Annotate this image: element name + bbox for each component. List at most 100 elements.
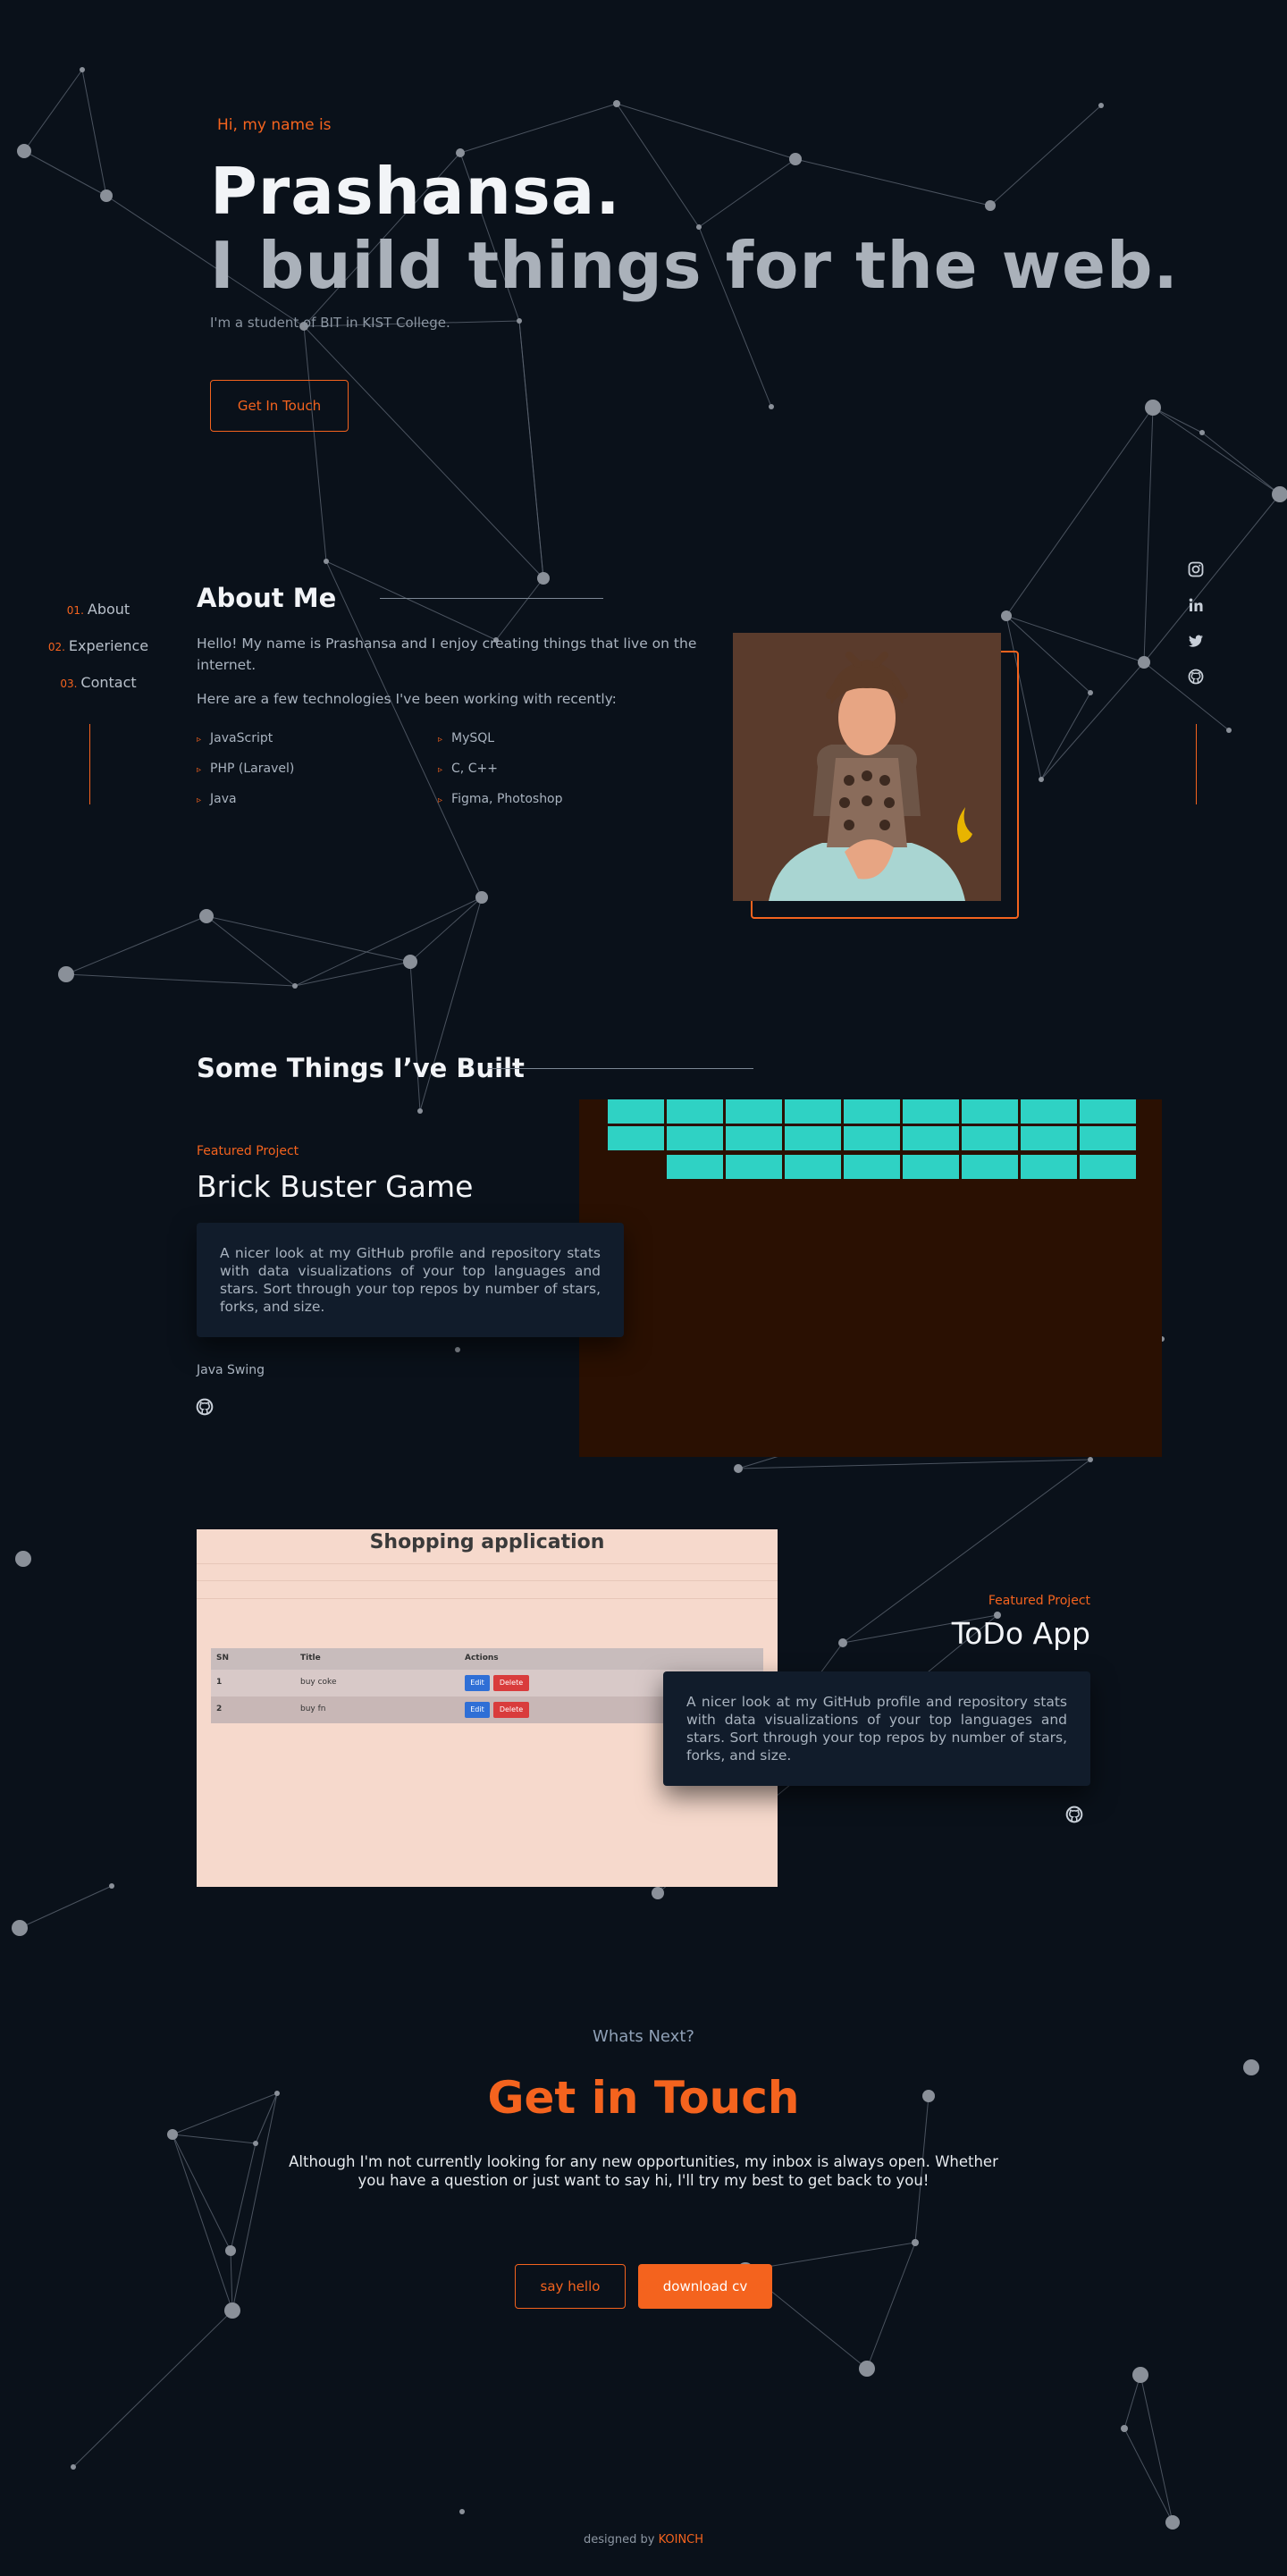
about-heading-rule bbox=[380, 598, 603, 599]
twitter-icon[interactable] bbox=[1180, 623, 1212, 659]
brick bbox=[1080, 1099, 1136, 1124]
edit-button[interactable]: Edit bbox=[465, 1702, 490, 1718]
network-line bbox=[23, 150, 107, 197]
network-line bbox=[72, 2310, 233, 2468]
nav-item-about[interactable]: 01. About bbox=[0, 601, 197, 618]
say-hello-button[interactable]: say hello bbox=[515, 2264, 626, 2309]
edit-button[interactable]: Edit bbox=[465, 1675, 490, 1691]
hero-intro: I'm a student of BIT in KIST College. bbox=[210, 315, 450, 331]
download-cv-button[interactable]: download cv bbox=[638, 2264, 772, 2309]
network-node bbox=[15, 1551, 31, 1567]
network-line bbox=[1005, 407, 1154, 617]
footer-brand[interactable]: KOINCH bbox=[659, 2533, 703, 2547]
network-line bbox=[616, 103, 796, 160]
contact-text: Although I'm not currently looking for a… bbox=[289, 2153, 998, 2189]
nav-number: 01. bbox=[66, 604, 84, 617]
network-line bbox=[1040, 692, 1091, 780]
delete-button[interactable]: Delete bbox=[493, 1675, 529, 1691]
network-line bbox=[231, 2092, 278, 2311]
brick bbox=[785, 1126, 841, 1150]
network-line bbox=[989, 105, 1102, 206]
table-header-cell: Title bbox=[300, 1654, 321, 1663]
network-node bbox=[1165, 2515, 1180, 2530]
brick bbox=[962, 1126, 1018, 1150]
network-node bbox=[17, 144, 31, 158]
shop-title: Shopping application bbox=[369, 1531, 605, 1553]
brick bbox=[962, 1099, 1018, 1124]
network-line bbox=[866, 2242, 916, 2370]
network-line bbox=[230, 2250, 233, 2311]
network-node bbox=[71, 2464, 76, 2470]
network-line bbox=[303, 325, 544, 579]
project-1-description: A nicer look at my GitHub profile and re… bbox=[197, 1223, 624, 1337]
network-line bbox=[206, 915, 411, 963]
network-node bbox=[1098, 103, 1104, 108]
network-node bbox=[1132, 2367, 1148, 2383]
network-line bbox=[172, 2134, 233, 2311]
network-line bbox=[1143, 407, 1154, 663]
network-line bbox=[616, 103, 700, 228]
network-line bbox=[409, 961, 421, 1112]
brick bbox=[726, 1126, 782, 1150]
network-line bbox=[795, 158, 991, 206]
brick bbox=[844, 1126, 900, 1150]
shop-divider bbox=[197, 1598, 778, 1599]
network-line bbox=[303, 325, 327, 562]
nav-item-contact[interactable]: 03. Contact bbox=[0, 674, 197, 691]
brick bbox=[844, 1099, 900, 1124]
project-2-title[interactable]: ToDo App bbox=[858, 1616, 1090, 1651]
tech-item: ▹ Java bbox=[197, 792, 237, 806]
shop-divider bbox=[197, 1563, 778, 1564]
project-1-title[interactable]: Brick Buster Game bbox=[197, 1169, 473, 1204]
brick bbox=[1080, 1126, 1136, 1150]
delete-button[interactable]: Delete bbox=[493, 1702, 529, 1718]
brick bbox=[1021, 1126, 1077, 1150]
network-node bbox=[167, 2129, 178, 2140]
network-line bbox=[294, 961, 411, 987]
network-line bbox=[230, 2142, 257, 2252]
projects-heading: Some Things I’ve Built bbox=[197, 1053, 525, 1083]
network-line bbox=[1123, 2428, 1173, 2523]
nav-number: 03. bbox=[60, 678, 78, 690]
about-heading: About Me bbox=[197, 583, 337, 613]
footer-prefix: designed by bbox=[583, 2533, 655, 2547]
hero-tagline: I build things for the web. bbox=[210, 228, 1179, 303]
network-line bbox=[1152, 407, 1203, 434]
network-node bbox=[253, 2141, 258, 2146]
brick bbox=[962, 1155, 1018, 1179]
brick bbox=[903, 1099, 959, 1124]
brick bbox=[726, 1155, 782, 1179]
network-node bbox=[1001, 610, 1012, 621]
get-in-touch-button[interactable]: Get In Touch bbox=[210, 380, 349, 432]
row-sn: 1 bbox=[216, 1678, 223, 1687]
github-icon[interactable] bbox=[196, 1398, 214, 1416]
network-line bbox=[1201, 432, 1281, 495]
network-node bbox=[100, 189, 113, 202]
brick bbox=[844, 1155, 900, 1179]
linkedin-icon[interactable] bbox=[1180, 587, 1212, 623]
nav-item-experience[interactable]: 02. Experience bbox=[0, 637, 197, 654]
brick bbox=[903, 1155, 959, 1179]
tech-item: ▹ MySQL bbox=[438, 731, 495, 745]
social-line bbox=[1196, 724, 1197, 804]
network-node bbox=[1145, 400, 1161, 416]
brick-buster-screenshot[interactable] bbox=[579, 1099, 1162, 1457]
github-icon[interactable] bbox=[1180, 659, 1212, 695]
project-1-label: Featured Project bbox=[197, 1144, 299, 1158]
network-node bbox=[537, 572, 550, 585]
network-line bbox=[294, 897, 483, 987]
network-node bbox=[12, 1920, 28, 1936]
social-links bbox=[1180, 551, 1212, 695]
nav-number: 02. bbox=[47, 641, 65, 653]
network-node bbox=[475, 891, 488, 904]
network-node bbox=[292, 983, 298, 989]
brick bbox=[667, 1126, 723, 1150]
network-line bbox=[1040, 661, 1145, 780]
instagram-icon[interactable] bbox=[1180, 551, 1212, 587]
brick bbox=[608, 1099, 664, 1124]
nav-label: About bbox=[87, 601, 130, 618]
network-line bbox=[459, 103, 618, 154]
footer: designed by KOINCH bbox=[0, 2533, 1287, 2547]
github-icon[interactable] bbox=[1065, 1806, 1083, 1823]
project-2-label: Featured Project bbox=[988, 1594, 1090, 1608]
